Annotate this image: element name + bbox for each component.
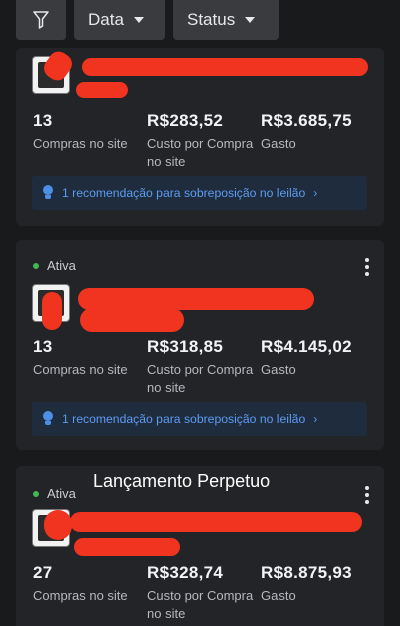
campaign-stats: 13 Compras no site R$318,85 Custo por Co… (33, 337, 375, 397)
redaction-mark (74, 538, 180, 556)
stat-label: Gasto (261, 136, 296, 151)
filter-bar: Data Status (0, 0, 400, 44)
stat-label: Compras no site (33, 588, 128, 603)
stat-label: Custo por Compra no site (147, 136, 254, 169)
stat-purchases: 13 Compras no site (33, 111, 147, 171)
caret-down-icon (245, 17, 256, 23)
stat-spend: R$4.145,02 Gasto (261, 337, 375, 397)
chevron-right-icon: › (313, 186, 318, 200)
recommendation-banner[interactable]: 1 recomendação para sobreposição no leil… (32, 402, 367, 436)
stat-value: 13 (33, 111, 53, 130)
stat-value: R$283,52 (147, 111, 224, 130)
redaction-mark (82, 58, 368, 76)
stat-value: R$4.145,02 (261, 337, 352, 356)
stat-purchases: 27 Compras no site (33, 563, 147, 623)
overlay-caption: Lançamento Perpetuo (93, 471, 271, 491)
campaign-card[interactable]: Ativa 13 Compras no site R$318,85 Custo … (16, 240, 384, 450)
redaction-mark (80, 308, 184, 332)
redaction-mark (44, 510, 72, 540)
stat-purchases: 13 Compras no site (33, 337, 147, 397)
kebab-icon[interactable] (364, 486, 370, 504)
stat-label: Custo por Compra no site (147, 362, 254, 395)
stat-value: R$328,74 (147, 563, 224, 582)
stat-spend: R$8.875,93 Gasto (261, 563, 375, 623)
redaction-mark (78, 288, 314, 310)
stat-cost-per-purchase: R$283,52 Custo por Compra no site (147, 111, 261, 171)
stat-value: R$318,85 (147, 337, 224, 356)
stat-label: Gasto (261, 362, 296, 377)
stat-cost-per-purchase: R$318,85 Custo por Compra no site (147, 337, 261, 397)
stat-value: R$3.685,75 (261, 111, 352, 130)
recommendation-text: 1 recomendação para sobreposição no leil… (62, 186, 306, 200)
status-label: Ativa (47, 486, 76, 501)
recommendation-text: 1 recomendação para sobreposição no leil… (62, 412, 306, 426)
lightbulb-icon (42, 411, 54, 427)
status-filter-label: Status (187, 10, 236, 29)
funnel-icon (33, 11, 49, 29)
status-indicator: Ativa (33, 258, 76, 273)
stat-value: 13 (33, 337, 53, 356)
stat-value: 27 (33, 563, 53, 582)
stat-label: Compras no site (33, 136, 128, 151)
kebab-icon[interactable] (364, 258, 370, 276)
stat-spend: R$3.685,75 Gasto (261, 111, 375, 171)
campaign-stats: 13 Compras no site R$283,52 Custo por Co… (33, 111, 375, 171)
chevron-right-icon: › (313, 412, 318, 426)
date-filter-dropdown[interactable]: Data (74, 0, 165, 40)
campaign-stats: 27 Compras no site R$328,74 Custo por Co… (33, 563, 375, 623)
stat-label: Custo por Compra no site (147, 588, 254, 621)
stat-label: Compras no site (33, 362, 128, 377)
status-indicator: Ativa (33, 486, 76, 501)
status-filter-dropdown[interactable]: Status (173, 0, 279, 40)
status-label: Ativa (47, 258, 76, 273)
stat-cost-per-purchase: R$328,74 Custo por Compra no site (147, 563, 261, 623)
campaign-card[interactable]: 13 Compras no site R$283,52 Custo por Co… (16, 47, 384, 226)
active-dot-icon (33, 490, 39, 497)
filter-button[interactable] (16, 0, 66, 40)
lightbulb-icon (42, 185, 54, 201)
caret-down-icon (133, 17, 144, 23)
redaction-mark (42, 292, 62, 330)
stat-value: R$8.875,93 (261, 563, 352, 582)
recommendation-banner[interactable]: 1 recomendação para sobreposição no leil… (32, 176, 367, 210)
stat-label: Gasto (261, 588, 296, 603)
active-dot-icon (33, 262, 39, 269)
date-filter-label: Data (88, 10, 124, 29)
redaction-mark (70, 512, 362, 532)
redaction-mark (76, 82, 128, 98)
